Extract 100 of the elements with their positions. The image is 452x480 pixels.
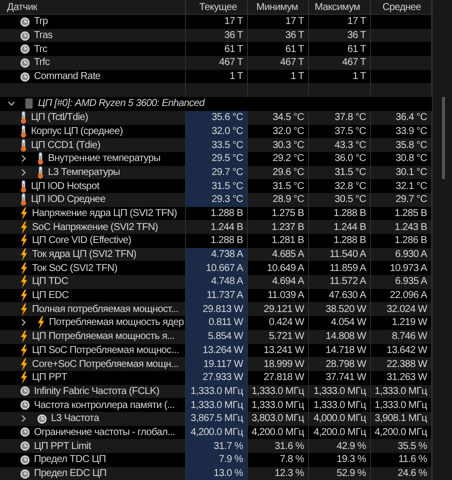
column-header[interactable]: Среднее [382,0,421,14]
sensor-label[interactable]: SoC Напряжение (SVI2 TFN) [32,220,158,234]
sensor-label[interactable]: ЦП EDC [32,288,69,302]
collapse-chevron-icon[interactable] [8,100,15,108]
sensor-label[interactable]: ЦП CCD1 (Tdie) [31,138,100,152]
clock-icon [20,30,30,41]
value-cell-text: 467 T [280,56,304,70]
value-cell-text: 467 T [342,56,366,70]
group-label[interactable]: ЦП [#0]: AMD Ryzen 5 3600: Enhanced [38,97,204,111]
value-cell-text: 35.8 °C [396,138,427,153]
value-cell-text: 0.811 W [208,316,243,330]
column-header[interactable]: Минимум [256,0,298,14]
sensor-label[interactable]: Core+SoC Потребляемая мощн... [32,357,178,371]
value-cell-text: 4,200.0 МГц [314,426,366,440]
value-cell-text: 4.738 A [211,248,243,262]
sensor-label[interactable]: Infinity Fabric Частота (FCLK) [34,384,160,398]
value-cell-text: 22.096 A [390,289,427,304]
value-cell-text: 36 T [347,29,366,44]
expand-chevron-icon[interactable] [20,155,27,162]
value-cell-text: 14.808 W [326,330,366,344]
value-cell-text: 1.288 В [210,234,243,248]
value-cell-text: 19.117 W [203,358,243,372]
value-cell-text: 13.642 W [386,344,427,358]
value-cell-text: 27.818 W [264,371,304,386]
sensor-label[interactable]: Trp [34,15,48,29]
expand-chevron-icon[interactable] [20,415,27,422]
sensor-label[interactable]: ЦП SoC Потребляемая мощнос... [32,344,179,358]
value-cell-text: 4,200.0 МГц [252,426,304,440]
sensor-label[interactable]: Предел TDC ЦП [34,453,106,467]
value-cell-text: 17 T [224,15,243,30]
value-cell-text: 31.5 °C [272,180,304,194]
sensor-label[interactable]: Потребляемая мощность ядер [49,316,184,330]
value-cell-text: 29.7 °C [212,166,243,180]
value-cell-text: 18.999 W [264,358,304,372]
sensor-label[interactable]: ЦП PPT [32,370,68,385]
value-cell-text: 36 T [224,29,243,44]
sensor-label[interactable]: Полная потребляемая мощност... [32,302,178,316]
value-cell-text: 4,000.0 МГц [314,412,366,426]
value-cell-text: 12.3 % [274,467,304,480]
expand-chevron-icon[interactable] [20,168,27,176]
sensor-label[interactable]: Trfc [34,56,50,70]
sensor-label[interactable]: L3 Частота [51,412,99,426]
sensor-label[interactable]: ЦП Потребляемая мощность я... [32,330,175,344]
sensor-label[interactable]: Предел EDC ЦП [34,466,106,480]
value-cell-text: 1 T [230,70,243,84]
value-cell-text: 28.798 W [326,358,366,372]
sensor-label[interactable]: ЦП Core VID (Effective) [32,234,132,248]
value-cell-text: 1.286 В [394,234,427,248]
value-cell-text: 29.813 W [202,302,243,317]
scrollbar-thumb[interactable] [442,97,445,179]
sensor-label[interactable]: Ограничение частоты - глобал... [34,426,175,440]
sensor-label[interactable]: Ток ядра ЦП (SVI2 TFN) [32,248,136,262]
value-cell-text: 5.721 W [268,330,304,344]
value-cell-text: 8.746 W [392,330,427,344]
sensor-label[interactable]: Корпус ЦП (среднее) [31,124,123,138]
clock-icon [20,72,30,82]
sensor-label[interactable]: Ток SoC (SVI2 TFN) [32,261,118,276]
value-cell-text: 1,333.0 МГц [374,398,427,413]
value-cell-text: 1.219 W [392,316,427,330]
sensor-label[interactable]: Tras [34,28,52,42]
column-header[interactable]: Максимум [314,0,360,14]
sensor-label[interactable]: ЦП PPT Limit [34,439,91,453]
value-cell-text: 11.6 % [398,453,427,468]
clock-icon [20,441,30,452]
value-cell-text: 22.388 W [386,358,427,372]
column-header[interactable]: Датчик [7,0,38,14]
sensor-label[interactable]: ЦП IOD Среднее [31,192,106,207]
sensor-label[interactable]: Command Rate [34,70,100,84]
sensor-label[interactable]: Внутренние температуры [48,152,160,166]
clock-icon [20,16,30,27]
value-cell-text: 35.5 % [398,440,427,454]
column-header[interactable]: Текущее [199,0,237,14]
value-cell-text: 1,333.0 МГц [374,384,427,399]
value-cell-text: 34.5 °C [272,111,304,126]
value-cell-text: 30.3 °C [272,138,304,153]
value-cell-text: 11.737 A [206,289,243,304]
value-cell-text: 5.854 W [208,330,243,344]
sensor-label[interactable]: Частота контроллера памяти (... [34,398,175,412]
sensor-label[interactable]: ЦП TDC [32,275,68,289]
sensor-label[interactable]: Напряжение ядра ЦП (SVI2 TFN) [32,206,177,220]
value-cell-text: 14.718 W [326,344,366,358]
value-cell-text: 7.9 % [218,453,243,468]
value-cell-text: 47.630 A [328,289,366,304]
clock-icon [20,427,30,438]
value-cell-text: 30.8 °C [396,152,427,166]
value-cell-text: 32.8 °C [334,180,366,194]
value-cell-text: 61 T [285,42,304,57]
sensor-label[interactable]: ЦП IOD Hotspot [31,179,100,193]
expand-chevron-icon[interactable] [20,319,27,326]
scrollbar[interactable] [432,0,452,480]
value-cell-text: 11.540 A [330,248,366,262]
value-cell-text: 1.288 В [334,206,366,221]
value-cell-text: 31.5 °C [212,180,243,194]
value-cell-text: 13.241 W [264,344,304,358]
value-cell-text: 17 T [285,15,304,30]
sensor-label[interactable]: Trc [34,42,48,56]
sensor-label[interactable]: L3 Температуры [48,166,120,180]
value-cell-text: 29.3 °C [212,193,243,208]
value-cell-text: 1 T [290,70,304,84]
sensor-label[interactable]: ЦП (Tctl/Tdie) [31,110,88,124]
